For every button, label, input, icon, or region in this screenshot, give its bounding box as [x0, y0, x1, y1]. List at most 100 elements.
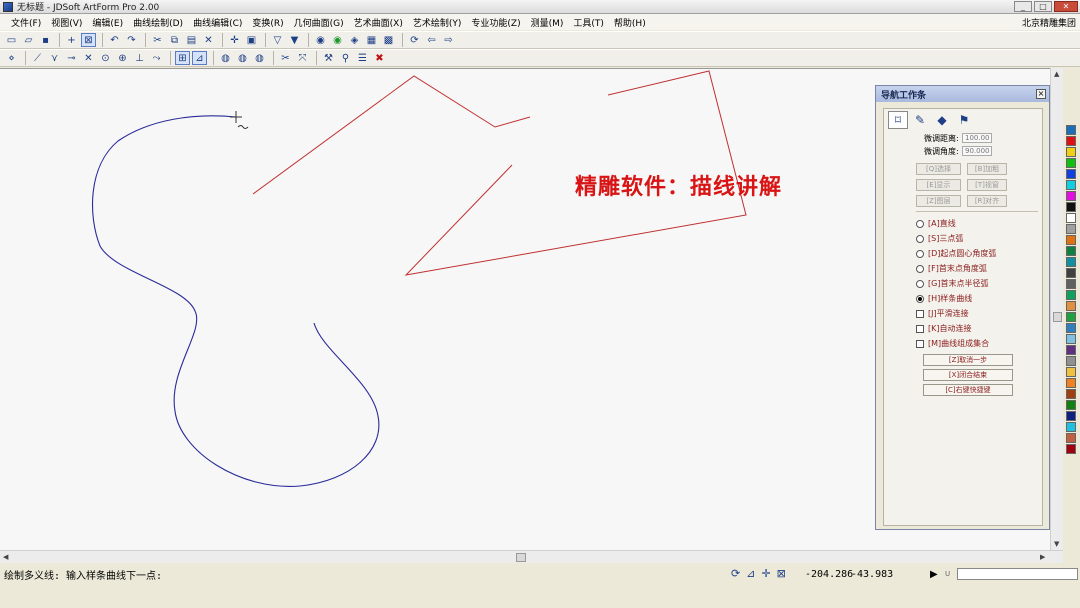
menu-help[interactable]: 帮助(H)	[609, 16, 651, 29]
scroll-down-icon[interactable]: ▼	[1054, 540, 1059, 548]
close-finish-button[interactable]: [X]闭合结束	[923, 369, 1013, 381]
tab-edit-icon[interactable]: ✎	[910, 111, 930, 129]
color-swatch[interactable]	[1066, 191, 1076, 201]
color-swatch[interactable]	[1066, 147, 1076, 157]
option-line[interactable]: [A]直线	[916, 216, 1042, 231]
menu-curve-draw[interactable]: 曲线绘制(D)	[128, 16, 188, 29]
viewport-button[interactable]: [T]视窗	[967, 179, 1007, 191]
grid-icon[interactable]: ▦	[364, 33, 379, 47]
bold-button[interactable]: [B]加粗	[967, 163, 1007, 175]
color-swatch[interactable]	[1066, 180, 1076, 190]
arrow-right-icon[interactable]: ⇨	[441, 33, 456, 47]
tool-icon[interactable]: ⚒	[321, 51, 336, 65]
menu-measure[interactable]: 测量(M)	[526, 16, 569, 29]
option-auto-connect[interactable]: [K]自动连接	[916, 321, 1042, 336]
cup-icon[interactable]: ▼	[287, 33, 302, 47]
color-swatch[interactable]	[1066, 224, 1076, 234]
window-select-icon[interactable]: ⊠	[81, 33, 96, 47]
maximize-button[interactable]: □	[1034, 1, 1052, 12]
color-swatch[interactable]	[1066, 389, 1076, 399]
layer-icon[interactable]: ▣	[244, 33, 259, 47]
option-spline[interactable]: [H]样条曲线	[916, 291, 1042, 306]
copy-icon[interactable]: ⧉	[167, 33, 182, 47]
color-swatch[interactable]	[1066, 323, 1076, 333]
snap-midpoint-icon[interactable]: ⋎	[47, 51, 62, 65]
color-swatch[interactable]	[1066, 301, 1076, 311]
color-swatch[interactable]	[1066, 169, 1076, 179]
snap-endpoint-icon[interactable]: ⟋	[30, 51, 45, 65]
radio-ends-angle-arc[interactable]	[916, 264, 924, 273]
tab-tool-icon[interactable]: ⚑	[954, 111, 974, 129]
menu-transform[interactable]: 变换(R)	[247, 16, 288, 29]
color-swatch[interactable]	[1066, 444, 1076, 454]
checkbox-auto-connect[interactable]	[916, 324, 924, 333]
cut-icon[interactable]: ✂	[150, 33, 165, 47]
menu-file[interactable]: 文件(F)	[6, 16, 46, 29]
checkbox-curve-set[interactable]	[916, 339, 924, 348]
paste-icon[interactable]: ▤	[184, 33, 199, 47]
green-bulb-icon[interactable]: ◉	[330, 33, 345, 47]
tab-curve-icon[interactable]: ⌑	[888, 111, 908, 129]
menu-tools[interactable]: 工具(T)	[568, 16, 609, 29]
panel-close-icon[interactable]: ×	[1036, 89, 1046, 99]
color-swatch[interactable]	[1066, 345, 1076, 355]
menu-edit[interactable]: 编辑(E)	[87, 16, 128, 29]
snap-perpendicular-icon[interactable]: ⊸	[64, 51, 79, 65]
vertical-scroll-thumb[interactable]	[1053, 312, 1062, 322]
option-curve-set[interactable]: [M]曲线组成集合	[916, 336, 1042, 351]
radio-line[interactable]	[916, 219, 924, 228]
play-icon[interactable]: ▶	[930, 569, 938, 580]
color-swatch[interactable]	[1066, 367, 1076, 377]
menu-geometric-surface[interactable]: 几何曲面(G)	[289, 16, 349, 29]
option-ends-angle-arc[interactable]: [F]首末点角度弧	[916, 261, 1042, 276]
ortho-status-icon[interactable]: ⊿	[746, 567, 755, 580]
option-three-point-arc[interactable]: [S]三点弧	[916, 231, 1042, 246]
radio-ends-radius-arc[interactable]	[916, 279, 924, 288]
horizontal-scroll-thumb[interactable]	[516, 553, 526, 562]
color-swatch[interactable]	[1066, 125, 1076, 135]
menu-professional[interactable]: 专业功能(Z)	[466, 16, 525, 29]
command-input[interactable]	[957, 568, 1078, 580]
palette-third-icon[interactable]: ◍	[252, 51, 267, 65]
palette-alt-icon[interactable]: ◍	[235, 51, 250, 65]
align-button[interactable]: [R]对齐	[967, 195, 1007, 207]
snap-intersection-icon[interactable]: ✕	[81, 51, 96, 65]
tab-surface-icon[interactable]: ◆	[932, 111, 952, 129]
crosshair-status-icon[interactable]: ✛	[761, 567, 770, 580]
color-swatch[interactable]	[1066, 279, 1076, 289]
right-click-shortcut-button[interactable]: [C]右键快捷键	[923, 384, 1013, 396]
redo-icon[interactable]: ↷	[124, 33, 139, 47]
cancel-icon[interactable]: ✖	[372, 51, 387, 65]
color-swatch[interactable]	[1066, 268, 1076, 278]
color-swatch[interactable]	[1066, 136, 1076, 146]
select-button[interactable]: [Q]选择	[916, 163, 961, 175]
scroll-right-icon[interactable]: ▶	[1040, 553, 1045, 561]
scroll-up-icon[interactable]: ▲	[1054, 70, 1059, 78]
snap-nearest-icon[interactable]: ⤳	[149, 51, 164, 65]
horizontal-scrollbar[interactable]: ◀ ▶	[0, 550, 1063, 563]
snap-cross-icon[interactable]: ✛	[227, 33, 242, 47]
scroll-left-icon[interactable]: ◀	[3, 553, 8, 561]
color-swatch[interactable]	[1066, 422, 1076, 432]
render-icon[interactable]: ◈	[347, 33, 362, 47]
fine-distance-field[interactable]: 100.00	[962, 133, 992, 143]
extend-icon[interactable]: ⤧	[295, 51, 310, 65]
color-swatch[interactable]	[1066, 312, 1076, 322]
trim-icon[interactable]: ✂	[278, 51, 293, 65]
radio-spline[interactable]	[916, 294, 924, 303]
menu-art-draw[interactable]: 艺术绘制(Y)	[408, 16, 467, 29]
menu-view[interactable]: 视图(V)	[46, 16, 87, 29]
close-button[interactable]: ✕	[1054, 1, 1078, 12]
arrow-left-icon[interactable]: ⇦	[424, 33, 439, 47]
menu-curve-edit[interactable]: 曲线编辑(C)	[188, 16, 247, 29]
layer-button[interactable]: [Z]图层	[916, 195, 961, 207]
color-swatch[interactable]	[1066, 400, 1076, 410]
menu-art-surface[interactable]: 艺术曲面(X)	[349, 16, 408, 29]
light-bulb-icon[interactable]: ◉	[313, 33, 328, 47]
snap-quadrant-icon[interactable]: ⊕	[115, 51, 130, 65]
vertical-scrollbar[interactable]: ▲ ▼	[1050, 68, 1063, 550]
delete-icon[interactable]: ✕	[201, 33, 216, 47]
snap-center-icon[interactable]: ⊙	[98, 51, 113, 65]
radio-three-point-arc[interactable]	[916, 234, 924, 243]
save-icon[interactable]: ▪	[38, 33, 53, 47]
